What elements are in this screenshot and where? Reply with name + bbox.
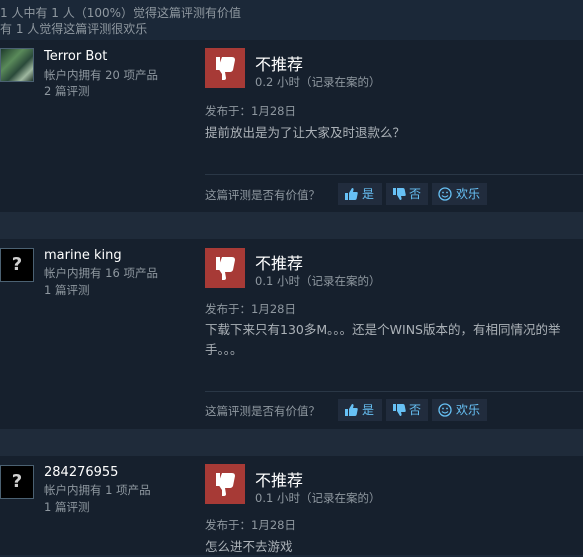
vote-no-button[interactable]: 否 — [386, 183, 428, 205]
review-card: ? 284276955 帐户内拥有 1 项产品 1 篇评测 不推荐 0.1 小时… — [0, 456, 583, 555]
avatar-placeholder: ? — [11, 254, 23, 275]
recommendation-title[interactable]: 不推荐 — [255, 51, 303, 75]
products-owned[interactable]: 帐户内拥有 20 项产品 — [44, 67, 158, 83]
username[interactable]: Terror Bot — [44, 49, 107, 64]
recommendation-title[interactable]: 不推荐 — [255, 250, 303, 274]
review-text-line: 下载下来只有130多M。。。还是个WINS版本的，有相同情况的举 — [205, 322, 561, 337]
review-text: 怎么进不去游戏 — [205, 537, 583, 557]
thumbs-down-icon[interactable] — [205, 48, 245, 88]
thumbs-down-icon — [393, 404, 406, 416]
recommendation-title[interactable]: 不推荐 — [255, 467, 303, 491]
vote-funny-button[interactable]: 欢乐 — [432, 399, 487, 421]
thumbs-down-icon — [393, 188, 406, 200]
review-card: ? marine king 帐户内拥有 16 项产品 1 篇评测 不推荐 0.1… — [0, 239, 583, 429]
divider — [205, 391, 583, 392]
vote-no-label: 否 — [409, 187, 422, 201]
avatar[interactable]: ? — [0, 465, 34, 499]
products-owned[interactable]: 帐户内拥有 1 项产品 — [44, 482, 151, 498]
review-summary: 1 人中有 1 人（100%）觉得这篇评测有价值 有 1 人觉得这篇评测很欢乐 — [0, 0, 583, 40]
review-count[interactable]: 1 篇评测 — [44, 282, 89, 298]
review-text-line: 手。。。 — [205, 342, 243, 357]
smiley-icon — [438, 187, 452, 201]
vote-yes-label: 是 — [362, 403, 375, 417]
products-owned[interactable]: 帐户内拥有 16 项产品 — [44, 265, 158, 281]
review-card: Terror Bot 帐户内拥有 20 项产品 2 篇评测 不推荐 0.2 小时… — [0, 40, 583, 212]
posted-date: 发布于：1月28日 — [205, 302, 296, 316]
username[interactable]: 284276955 — [44, 465, 118, 480]
vote-funny-label: 欢乐 — [456, 403, 481, 417]
review-text-line: 怎么进不去游戏 — [205, 539, 293, 554]
vote-funny-button[interactable]: 欢乐 — [432, 183, 487, 205]
divider — [205, 174, 583, 175]
review-text: 下载下来只有130多M。。。还是个WINS版本的，有相同情况的举 手。。。 — [205, 320, 583, 360]
hours-played: 0.2 小时（记录在案的） — [255, 75, 381, 89]
thumbs-up-icon — [345, 188, 358, 200]
helpful-question: 这篇评测是否有价值？ — [205, 188, 320, 202]
vote-no-button[interactable]: 否 — [386, 399, 428, 421]
hours-played: 0.1 小时（记录在案的） — [255, 491, 381, 505]
hours-played: 0.1 小时（记录在案的） — [255, 274, 381, 288]
username[interactable]: marine king — [44, 248, 122, 263]
vote-yes-button[interactable]: 是 — [338, 183, 382, 205]
posted-date: 发布于：1月28日 — [205, 518, 296, 532]
review-separator — [0, 429, 583, 456]
vote-yes-label: 是 — [362, 187, 375, 201]
review-count[interactable]: 1 篇评测 — [44, 499, 89, 515]
helpful-question: 这篇评测是否有价值？ — [205, 404, 320, 418]
avatar[interactable] — [0, 48, 34, 82]
review-separator — [0, 212, 583, 239]
vote-no-label: 否 — [409, 403, 422, 417]
helpful-summary: 1 人中有 1 人（100%）觉得这篇评测有价值 — [0, 6, 242, 20]
review-count[interactable]: 2 篇评测 — [44, 83, 89, 99]
avatar-placeholder: ? — [11, 471, 23, 492]
avatar[interactable]: ? — [0, 248, 34, 282]
review-text: 提前放出是为了让大家及时退款么？ — [205, 123, 583, 143]
smiley-icon — [438, 403, 452, 417]
posted-date: 发布于：1月28日 — [205, 104, 296, 118]
funny-summary: 有 1 人觉得这篇评测很欢乐 — [0, 22, 148, 36]
thumbs-down-icon[interactable] — [205, 464, 245, 504]
vote-funny-label: 欢乐 — [456, 187, 481, 201]
thumbs-down-icon[interactable] — [205, 248, 245, 288]
review-text-line: 提前放出是为了让大家及时退款么？ — [205, 125, 406, 140]
vote-yes-button[interactable]: 是 — [338, 399, 382, 421]
thumbs-up-icon — [345, 404, 358, 416]
